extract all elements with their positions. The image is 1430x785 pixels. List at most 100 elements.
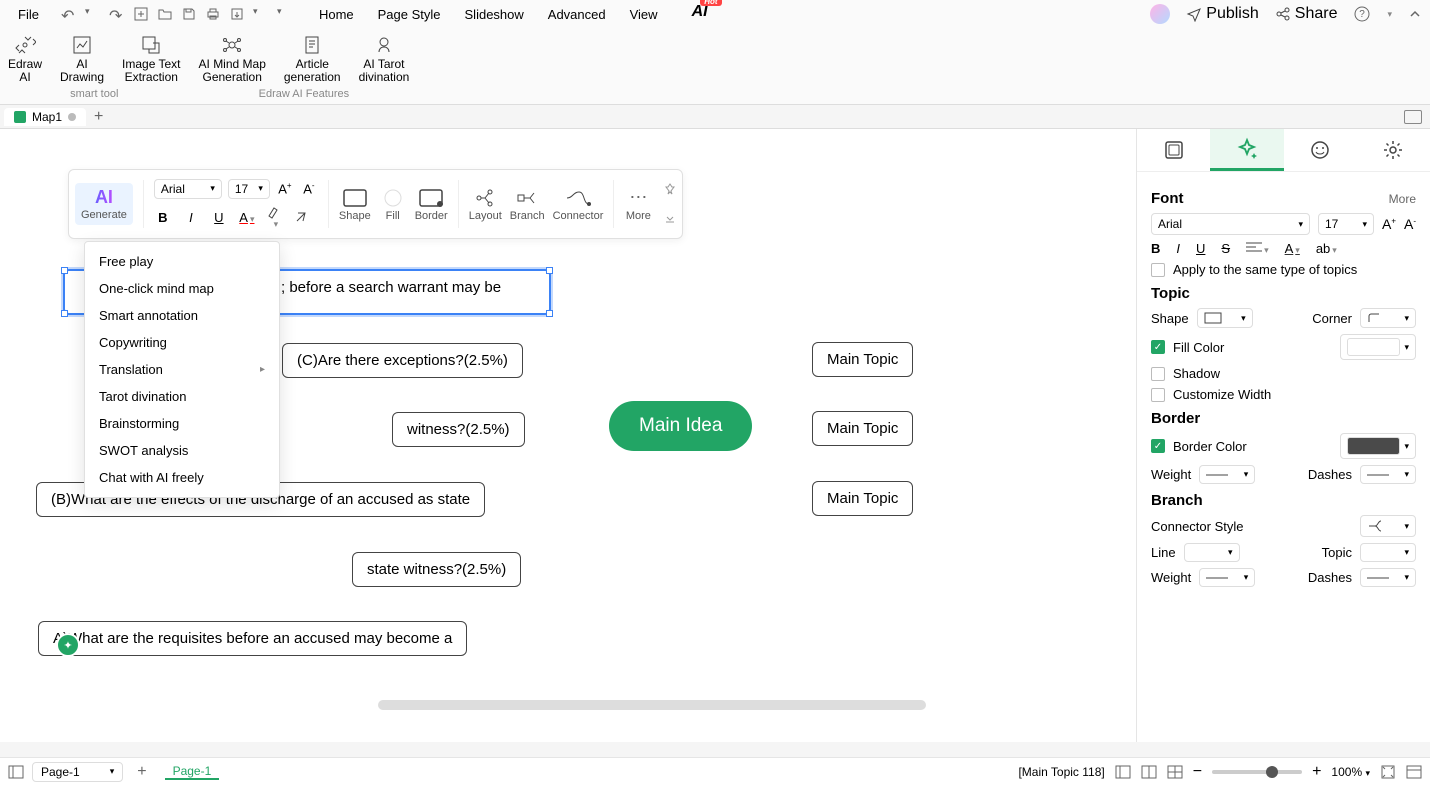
ribbon-edraw-ai[interactable]: Edraw AI	[8, 34, 42, 84]
layout-button[interactable]: Layout	[469, 187, 502, 222]
resize-handle-se[interactable]	[546, 310, 553, 317]
left-panel-icon[interactable]	[8, 764, 24, 780]
help-icon[interactable]: ?	[1353, 5, 1371, 23]
italic-button[interactable]: I	[182, 210, 200, 225]
resize-handle-ne[interactable]	[546, 267, 553, 274]
tab-advanced[interactable]: Advanced	[546, 3, 608, 26]
font-color-button[interactable]: A	[238, 210, 256, 225]
share-button[interactable]: Share	[1275, 5, 1338, 23]
ribbon-ai-drawing[interactable]: AI Drawing	[60, 34, 104, 84]
save-icon[interactable]	[181, 6, 197, 22]
topic-node-right-3[interactable]: Main Topic	[812, 481, 913, 516]
font-more-link[interactable]: More	[1389, 192, 1416, 206]
panel-increase-font[interactable]: A+	[1382, 216, 1396, 232]
help-dropdown-icon[interactable]: ▾	[1387, 9, 1392, 20]
border-dashes-select[interactable]: ▾	[1360, 465, 1416, 484]
panel-decrease-font[interactable]: A-	[1404, 216, 1416, 232]
menu-brainstorming[interactable]: Brainstorming	[85, 410, 279, 437]
increase-font-icon[interactable]: A+	[276, 181, 294, 196]
border-color-select[interactable]: ▾	[1340, 433, 1416, 459]
tab-page-style[interactable]: Page Style	[376, 3, 443, 26]
connector-style-select[interactable]: ▾	[1360, 515, 1416, 537]
menu-translation[interactable]: Translation▸	[85, 356, 279, 383]
shadow-check[interactable]	[1151, 367, 1165, 381]
more-button[interactable]: ⋯ More	[624, 187, 652, 222]
topic-node-right-1[interactable]: Main Topic	[812, 342, 913, 377]
branch-button[interactable]: Branch	[510, 187, 545, 222]
print-icon[interactable]	[205, 6, 221, 22]
panel-strike[interactable]: S	[1221, 241, 1230, 256]
zoom-level[interactable]: 100% ▾	[1331, 765, 1370, 779]
highlight-button[interactable]	[266, 205, 284, 230]
font-size-select[interactable]: 17▾	[228, 179, 270, 199]
fill-color-check[interactable]: ✓	[1151, 340, 1165, 354]
pin-icon[interactable]	[664, 183, 676, 195]
zoom-in-button[interactable]: +	[1312, 763, 1321, 781]
tab-slideshow[interactable]: Slideshow	[463, 3, 526, 26]
font-family-select[interactable]: Arial▾	[154, 179, 222, 199]
export-icon[interactable]	[229, 6, 245, 22]
fit-page-icon[interactable]	[1380, 764, 1396, 780]
shape-button[interactable]: Shape	[339, 187, 371, 222]
topic-corner-select[interactable]: ▾	[1360, 308, 1416, 328]
horizontal-scrollbar[interactable]	[378, 700, 926, 710]
undo-dropdown-icon[interactable]: ▾	[85, 6, 101, 22]
sp-tab-outline[interactable]	[1137, 129, 1210, 171]
ribbon-image-text-extraction[interactable]: Image Text Extraction	[122, 34, 180, 84]
expand-toolbar-icon[interactable]	[664, 213, 676, 225]
new-icon[interactable]	[133, 6, 149, 22]
menu-one-click-mind-map[interactable]: One-click mind map	[85, 275, 279, 302]
fill-button[interactable]: Fill	[379, 187, 407, 222]
tab-view[interactable]: View	[628, 3, 660, 26]
fill-color-select[interactable]: ▾	[1340, 334, 1416, 360]
topic-shape-select[interactable]: ▾	[1197, 308, 1253, 328]
branch-dashes-select[interactable]: ▾	[1360, 568, 1416, 587]
panel-font-size-select[interactable]: 17▾	[1318, 213, 1374, 235]
tab-ai[interactable]: AI Hot	[692, 3, 708, 26]
topic-node-state-witness[interactable]: state witness?(2.5%)	[352, 552, 521, 587]
topic-node-c[interactable]: (C)Are there exceptions?(2.5%)	[282, 343, 523, 378]
page-select[interactable]: Page-1▾	[32, 762, 123, 782]
topic-node-a[interactable]: A)What are the requisites before an accu…	[38, 621, 467, 656]
sp-tab-style[interactable]	[1210, 129, 1283, 171]
underline-button[interactable]: U	[210, 210, 228, 225]
collapse-ribbon-icon[interactable]	[1408, 7, 1422, 21]
open-icon[interactable]	[157, 6, 173, 22]
panel-text-direction[interactable]: ab	[1316, 241, 1337, 256]
panel-bold[interactable]: B	[1151, 241, 1160, 256]
border-color-check[interactable]: ✓	[1151, 439, 1165, 453]
sp-tab-icons[interactable]	[1284, 129, 1357, 171]
export-dropdown-icon[interactable]: ▾	[253, 6, 269, 22]
panel-font-family-select[interactable]: Arial▾	[1151, 213, 1310, 235]
ribbon-tarot[interactable]: AI Tarot divination	[359, 34, 410, 84]
menu-smart-annotation[interactable]: Smart annotation	[85, 302, 279, 329]
menu-swot-analysis[interactable]: SWOT analysis	[85, 437, 279, 464]
split-view-icon[interactable]	[1141, 764, 1157, 780]
border-button[interactable]: Border	[415, 187, 448, 222]
ribbon-article-gen[interactable]: Article generation	[284, 34, 341, 84]
bold-button[interactable]: B	[154, 210, 172, 225]
doc-tab-map1[interactable]: Map1	[4, 108, 86, 126]
panel-underline[interactable]: U	[1196, 241, 1205, 256]
menu-tarot-divination[interactable]: Tarot divination	[85, 383, 279, 410]
undo-icon[interactable]: ↶	[61, 6, 77, 22]
connector-button[interactable]: Connector	[553, 187, 604, 222]
redo-icon[interactable]: ↷	[109, 6, 125, 22]
file-menu[interactable]: File	[8, 5, 49, 24]
qat-customize-icon[interactable]: ▾	[277, 6, 293, 22]
topic-node-witness[interactable]: witness?(2.5%)	[392, 412, 525, 447]
ribbon-ai-mindmap[interactable]: AI Mind Map Generation	[199, 34, 266, 84]
panel-font-color[interactable]: A	[1285, 241, 1300, 256]
add-tab-button[interactable]: +	[94, 108, 103, 126]
grid-view-icon[interactable]	[1167, 764, 1183, 780]
zoom-slider[interactable]	[1212, 770, 1302, 774]
active-page-tab[interactable]: Page-1	[165, 764, 220, 780]
branch-topic-select[interactable]: ▾	[1360, 543, 1416, 562]
menu-copywriting[interactable]: Copywriting	[85, 329, 279, 356]
border-weight-select[interactable]: ▾	[1199, 465, 1255, 484]
panel-toggle-icon[interactable]	[1404, 110, 1422, 124]
sp-tab-settings[interactable]	[1357, 129, 1430, 171]
canvas[interactable]: AI Generate Arial▾ 17▾ A+ A- B I U A	[0, 129, 1136, 742]
resize-handle-sw[interactable]	[61, 310, 68, 317]
menu-free-play[interactable]: Free play	[85, 248, 279, 275]
